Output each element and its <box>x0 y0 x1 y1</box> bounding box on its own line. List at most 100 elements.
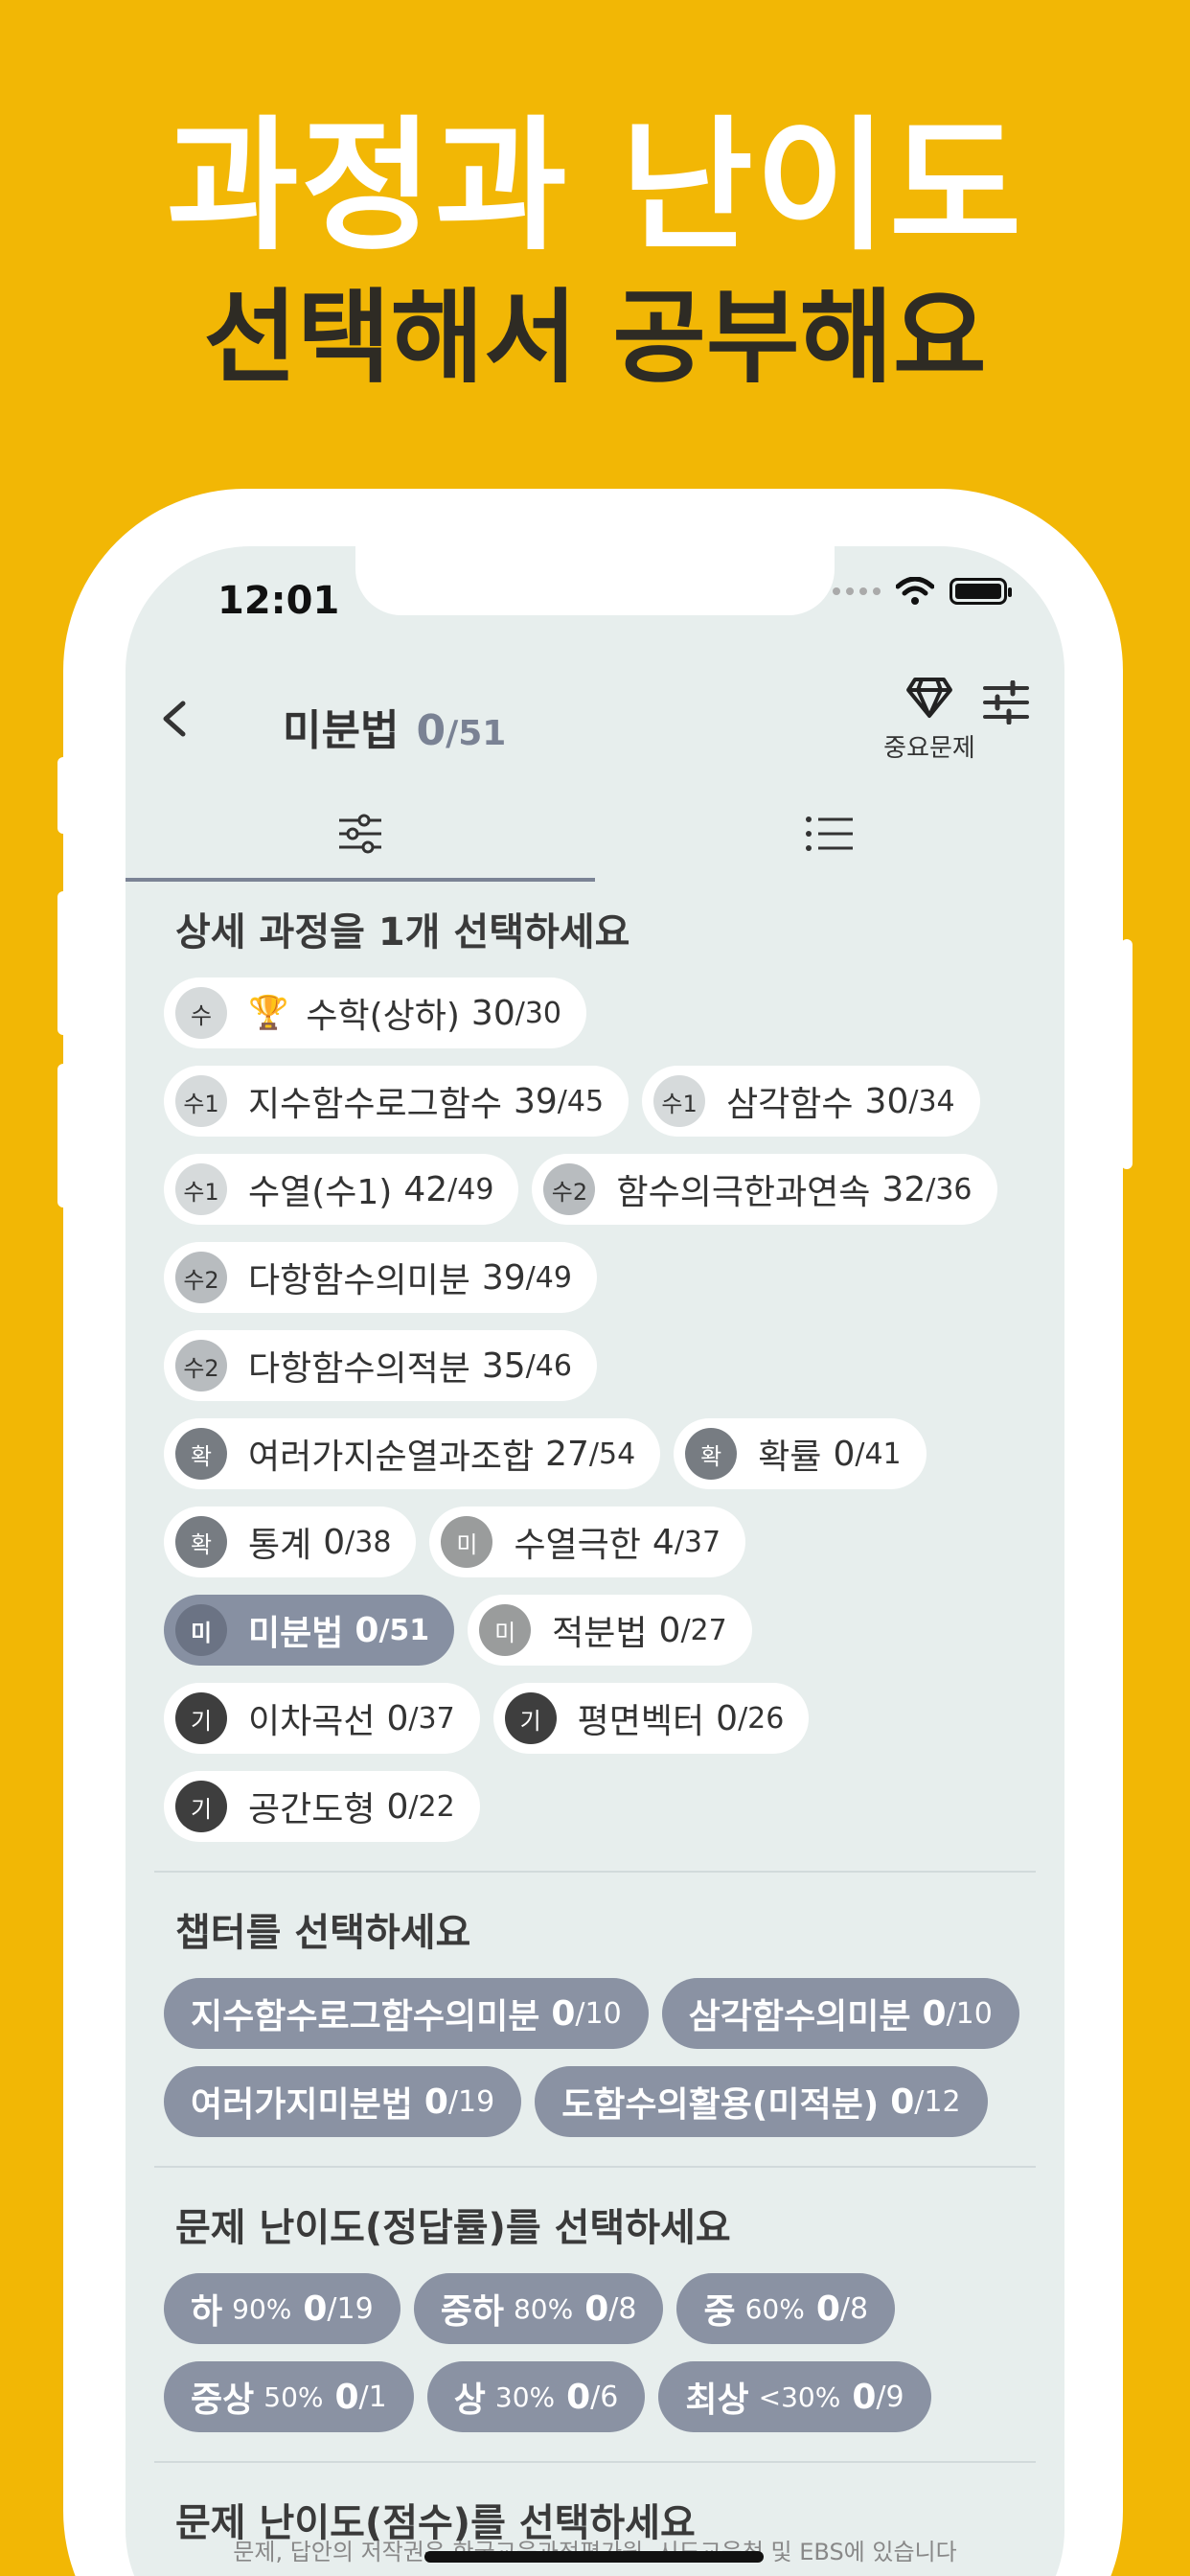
divider <box>154 1871 1036 1873</box>
difficulty-total: /8 <box>608 2291 637 2326</box>
course-chip[interactable]: 수2 함수의극한과연속 32/36 <box>532 1154 997 1225</box>
course-total: /36 <box>926 1172 973 1207</box>
chapter-total: /10 <box>946 1996 993 2031</box>
wifi-icon <box>896 577 934 605</box>
course-solved: 0 <box>716 1698 739 1738</box>
course-total: /49 <box>525 1260 572 1295</box>
course-chip[interactable]: 미 적분법 0/27 <box>468 1595 752 1666</box>
chapter-solved: 0 <box>423 2082 448 2122</box>
course-total: /41 <box>855 1437 902 1471</box>
course-chip[interactable]: 수1 삼각함수 30/34 <box>642 1066 980 1137</box>
course-total: /45 <box>557 1084 605 1118</box>
difficulty-rate: 60% <box>744 2292 805 2325</box>
chapter-label: 지수함수로그함수의미분 <box>191 1997 540 2036</box>
course-label: 지수함수로그함수 <box>248 1085 502 1124</box>
difficulty-chip[interactable]: 상 30% 0/6 <box>426 2361 646 2432</box>
course-total: /49 <box>447 1172 494 1207</box>
chapter-chip[interactable]: 삼각함수의미분 0/10 <box>661 1978 1019 2049</box>
course-total: /22 <box>408 1789 455 1824</box>
course-badge: 수2 <box>175 1340 227 1392</box>
course-chip[interactable]: 수1 지수함수로그함수 39/45 <box>164 1066 629 1137</box>
course-chip[interactable]: 기 평면벡터 0/26 <box>492 1683 810 1754</box>
divider <box>154 2166 1036 2168</box>
difficulty-solved: 0 <box>852 2377 877 2417</box>
course-total: /37 <box>408 1701 455 1736</box>
chapter-chip[interactable]: 여러가지미분법 0/19 <box>164 2066 522 2137</box>
sliders-icon <box>339 814 381 854</box>
difficulty-chip[interactable]: 하 90% 0/19 <box>164 2273 400 2344</box>
course-chip[interactable]: 수1 수열(수1) 42/49 <box>164 1154 519 1225</box>
signal-dots-icon <box>833 587 881 595</box>
course-chip[interactable]: 미 수열극한 4/37 <box>429 1506 746 1577</box>
filter-content: 상세 과정을 1개 선택하세요 수 🏆 수학(상하) 30/30 수1 지수함수로그함수 3… <box>126 901 1064 2568</box>
course-chip[interactable]: 수 🏆 수학(상하) 30/30 <box>164 978 587 1048</box>
course-chip[interactable]: 확 확률 0/41 <box>674 1418 927 1489</box>
course-chip[interactable]: 확 여러가지순열과조합 27/54 <box>164 1418 661 1489</box>
sliders-icon[interactable] <box>982 680 1030 724</box>
back-chevron-icon[interactable] <box>156 700 195 738</box>
notch <box>355 546 835 615</box>
difficulty-chip[interactable]: 최상 <30% 0/9 <box>658 2361 931 2432</box>
course-solved: 0 <box>658 1610 681 1650</box>
nav-bar: 미분법 0/51 중요문제 <box>126 661 1064 776</box>
course-total: /34 <box>908 1084 955 1118</box>
difficulty-chip[interactable]: 중 60% 0/8 <box>676 2273 896 2344</box>
important-problems-button[interactable]: 중요문제 <box>877 677 982 764</box>
course-chip[interactable]: 기 이차곡선 0/37 <box>164 1683 480 1754</box>
tab-filter[interactable] <box>126 786 595 882</box>
status-time: 12:01 <box>217 579 340 623</box>
course-chip[interactable]: 미 미분법 0/51 <box>164 1595 455 1666</box>
course-solved: 30 <box>470 993 515 1033</box>
course-total: /37 <box>674 1525 721 1559</box>
difficulty-label: 하 <box>191 2292 223 2332</box>
course-label: 수열(수1) <box>248 1173 393 1212</box>
course-badge: 미 <box>441 1516 493 1568</box>
difficulty-total: /19 <box>327 2291 374 2326</box>
course-label: 통계 <box>248 1526 312 1565</box>
difficulty-chip[interactable]: 중하 80% 0/8 <box>413 2273 664 2344</box>
difficulty-label: 중상 <box>191 2380 255 2420</box>
course-total: /38 <box>345 1525 392 1559</box>
difficulty-solved: 0 <box>303 2288 328 2329</box>
course-label: 미분법 <box>248 1614 344 1653</box>
difficulty-rate: 80% <box>513 2292 574 2325</box>
course-label: 다항함수의미분 <box>248 1261 470 1300</box>
chapter-total: /19 <box>447 2084 495 2119</box>
course-solved: 0 <box>386 1698 409 1738</box>
course-label: 공간도형 <box>248 1790 376 1829</box>
list-icon <box>806 816 853 851</box>
difficulty-label: 중하 <box>440 2292 504 2332</box>
course-chip[interactable]: 수2 다항함수의미분 39/49 <box>164 1242 597 1313</box>
hero-subtitle: 선택해서 공부해요 <box>203 279 987 397</box>
course-solved: 27 <box>545 1434 589 1474</box>
trophy-icon: 🏆 <box>248 994 289 1032</box>
course-label: 수열극한 <box>514 1526 641 1565</box>
course-badge: 확 <box>175 1428 227 1480</box>
chapter-section-title: 챕터를 선택하세요 <box>175 1911 471 1955</box>
chapter-chip[interactable]: 도함수의활용(미적분) 0/12 <box>535 2066 988 2137</box>
difficulty-rate: 90% <box>232 2292 292 2325</box>
course-chip[interactable]: 기 공간도형 0/22 <box>164 1771 480 1842</box>
solved-count: 0 <box>416 706 446 755</box>
hero-title: 과정과 난이도 <box>166 104 1024 270</box>
course-total: /30 <box>515 996 562 1030</box>
difficulty-rate: 30% <box>494 2380 556 2413</box>
course-chip[interactable]: 확 통계 0/38 <box>164 1506 417 1577</box>
course-label: 함수의극한과연속 <box>616 1173 871 1212</box>
chapter-label: 삼각함수의미분 <box>688 1997 911 2036</box>
difficulty-label: 상 <box>453 2380 486 2420</box>
difficulty-chip[interactable]: 중상 50% 0/1 <box>164 2361 414 2432</box>
difficulty-chips: 하 90% 0/19 중하 80% 0/8 중 60% 0/8 중상 50% 0/1 상 30% 0/6 최상… <box>126 2273 1064 2432</box>
course-solved: 0 <box>833 1434 856 1474</box>
course-label: 확률 <box>758 1438 822 1477</box>
course-chip[interactable]: 수2 다항함수의적분 35/46 <box>164 1330 597 1401</box>
home-indicator <box>424 2551 764 2563</box>
chapter-solved: 0 <box>890 2082 915 2122</box>
course-label: 이차곡선 <box>248 1702 376 1741</box>
difficulty-rate: <30% <box>758 2380 841 2413</box>
chapter-chip[interactable]: 지수함수로그함수의미분 0/10 <box>164 1978 649 2049</box>
tab-list[interactable] <box>595 786 1064 882</box>
phone-screen: 12:01 미분법 0/51 중요문제 상세 과정을 1개 선택하세요 수 🏆 … <box>126 546 1064 2576</box>
difficulty-rate: 50% <box>263 2380 324 2413</box>
course-solved: 30 <box>864 1081 909 1121</box>
